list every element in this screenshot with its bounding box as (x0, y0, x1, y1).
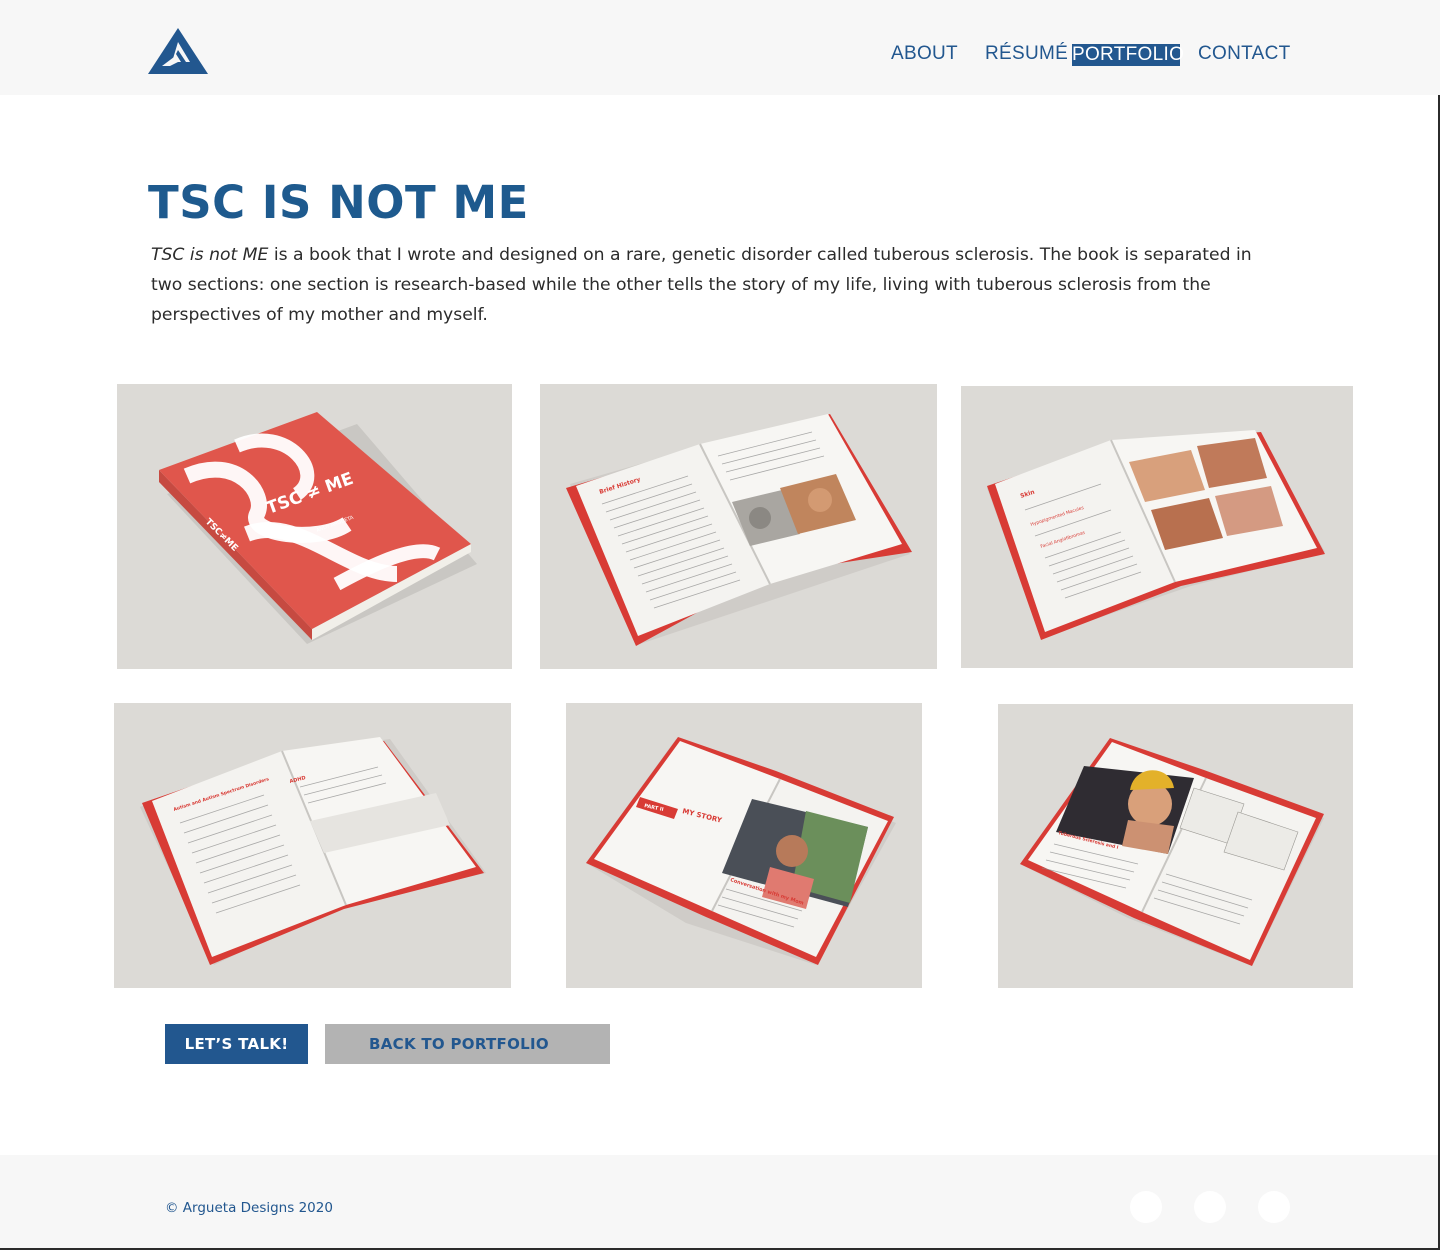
page-title: TSC IS NOT ME (148, 176, 529, 229)
nav-contact[interactable]: CONTACT (1198, 42, 1291, 66)
gallery-image-my-story[interactable]: PART II MY STORY Conversation with my Mo… (566, 703, 922, 988)
back-to-portfolio-button[interactable]: BACK TO PORTFOLIO (325, 1024, 610, 1064)
gallery-image-book-cover[interactable]: TSC ≠ ME ANDY ARGUETA TSC≠ME (117, 384, 512, 669)
project-description: TSC is not ME is a book that I wrote and… (151, 240, 1281, 330)
nav-portfolio-active[interactable]: PORTFOLIO (1072, 44, 1184, 66)
nav-resume[interactable]: RÉSUMÉ (985, 42, 1068, 66)
gallery-image-brief-history[interactable]: Brief History (540, 384, 937, 669)
book-title-italic: TSC is not ME (151, 245, 269, 265)
gallery-image-skin[interactable]: Skin Hypopigmented Macules Facial Angiof… (961, 386, 1353, 668)
gallery-image-autism[interactable]: Autism and Autism Spectrum Disorders ADH… (114, 703, 511, 988)
copyright-text: © Argueta Designs 2020 (165, 1200, 333, 1216)
description-text: is a book that I wrote and designed on a… (151, 245, 1252, 325)
site-footer: © Argueta Designs 2020 (0, 1155, 1438, 1248)
gallery-image-tsc-and-i[interactable]: Tuberous Sclerosis and I (998, 704, 1353, 988)
social-link-1-icon[interactable] (1130, 1191, 1162, 1223)
nav-about[interactable]: ABOUT (891, 42, 958, 66)
lets-talk-button[interactable]: LET’S TALK! (165, 1024, 308, 1064)
site-header: ABOUT RÉSUMÉ PORTFOLIO CONTACT (0, 0, 1440, 95)
social-link-3-icon[interactable] (1258, 1191, 1290, 1223)
social-link-2-icon[interactable] (1194, 1191, 1226, 1223)
main-nav: ABOUT RÉSUMÉ PORTFOLIO CONTACT (0, 42, 1440, 66)
